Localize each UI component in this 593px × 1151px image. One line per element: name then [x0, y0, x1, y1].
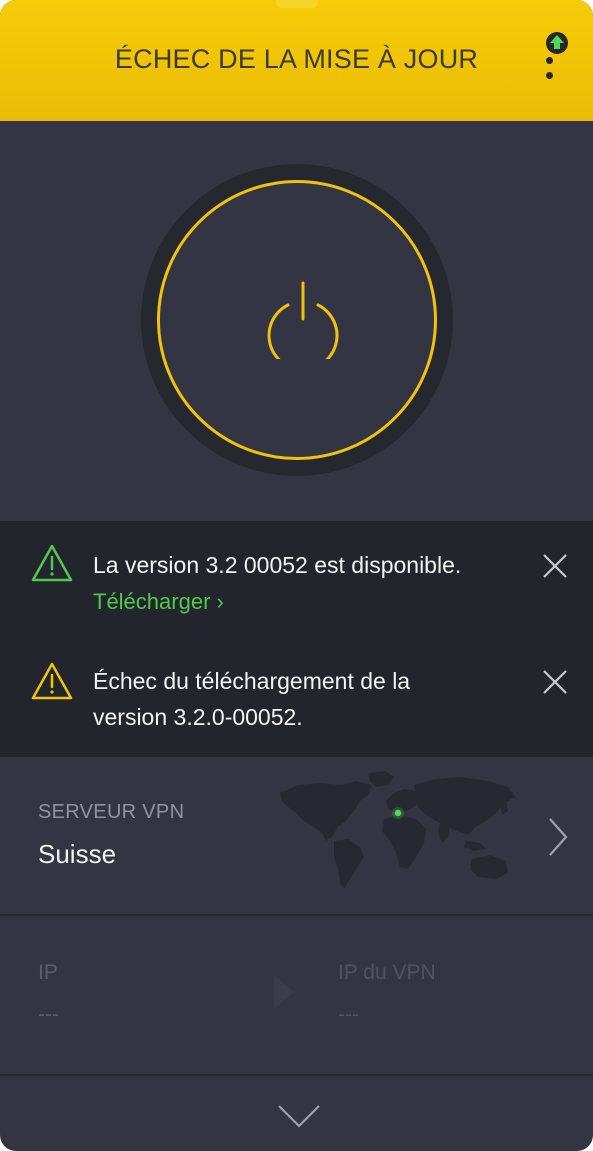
menu-button[interactable]: [536, 26, 576, 86]
world-map: [280, 771, 516, 889]
server-name: Suisse: [38, 839, 117, 869]
warning-triangle-icon: [31, 544, 73, 582]
notification-text: Échec du téléchargement de la: [93, 668, 411, 694]
vpn-ip-label: IP du VPN: [338, 961, 436, 984]
vpn-app-window: ÉCHEC DE LA MISE À JOUR La version 3.2 0…: [0, 0, 593, 1151]
menu-dot-icon: [546, 72, 553, 79]
upload-arrow-icon: [546, 32, 568, 54]
menu-dot-icon: [546, 57, 553, 64]
update-available-notification: La version 3.2 00052 est disponible. Tél…: [0, 521, 593, 639]
close-icon[interactable]: [540, 551, 570, 581]
download-failed-notification: Échec du téléchargement de la version 3.…: [0, 639, 593, 757]
notification-text: version 3.2.0-00052.: [93, 704, 303, 730]
close-icon[interactable]: [540, 667, 570, 697]
download-link[interactable]: Télécharger ›: [93, 587, 224, 617]
divider: [0, 1074, 593, 1076]
divider: [0, 914, 593, 916]
power-icon: [267, 281, 339, 359]
power-button[interactable]: [157, 180, 437, 460]
notification-text: La version 3.2 00052 est disponible.: [93, 552, 462, 578]
header-notch: [276, 0, 318, 8]
status-title: ÉCHEC DE LA MISE À JOUR: [114, 44, 479, 74]
server-label: SERVEUR VPN: [38, 801, 185, 823]
ip-value: ---: [38, 1003, 59, 1026]
arrow-right-icon: [274, 975, 294, 1009]
vpn-ip-value: ---: [338, 1003, 359, 1026]
status-header: ÉCHEC DE LA MISE À JOUR: [0, 0, 593, 121]
ip-info: IP --- IP du VPN ---: [0, 917, 593, 1075]
warning-triangle-icon: [31, 662, 73, 700]
chevron-down-icon[interactable]: [276, 1100, 322, 1132]
chevron-right-icon: [549, 818, 568, 856]
ip-label: IP: [38, 961, 58, 984]
vpn-server-selector[interactable]: SERVEUR VPN Suisse: [0, 757, 593, 915]
notification-panel: La version 3.2 00052 est disponible. Tél…: [0, 521, 593, 757]
